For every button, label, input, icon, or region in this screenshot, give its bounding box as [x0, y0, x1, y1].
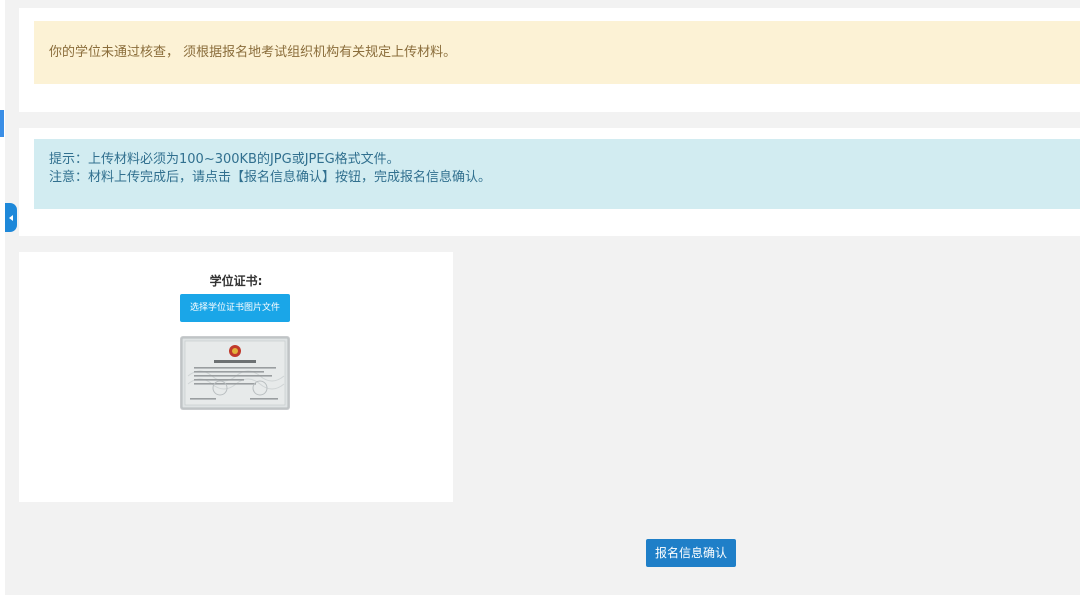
- left-sidebar-edge: [0, 0, 5, 595]
- chevron-left-icon: [9, 214, 13, 221]
- upload-title: 学位证书:: [209, 274, 263, 288]
- degree-certificate-image: [180, 336, 290, 410]
- sidebar-collapse-toggle[interactable]: [5, 203, 17, 232]
- select-certificate-file-button[interactable]: 选择学位证书图片文件: [180, 294, 290, 322]
- upload-materials-page: 你的学位未通过核查， 须根据报名地考试组织机构有关规定上传材料。 提示：上传材料…: [0, 0, 1080, 595]
- confirm-registration-button[interactable]: 报名信息确认: [646, 539, 736, 567]
- certificate-sample-graphic: [180, 336, 290, 410]
- upload-instructions: 提示：上传材料必须为100~300KB的JPG或JPEG格式文件。 注意：材料上…: [34, 139, 1080, 209]
- warning-text: 你的学位未通过核查， 须根据报名地考试组织机构有关规定上传材料。: [49, 45, 457, 60]
- degree-certificate-upload-card: 学位证书: 选择学位证书图片文件: [19, 252, 453, 502]
- note-line: 注意：材料上传完成后，请点击【报名信息确认】按钮，完成报名信息确认。: [49, 170, 492, 185]
- tip-line: 提示：上传材料必须为100~300KB的JPG或JPEG格式文件。: [49, 152, 400, 167]
- degree-check-warning: 你的学位未通过核查， 须根据报名地考试组织机构有关规定上传材料。: [34, 21, 1080, 84]
- active-nav-indicator: [0, 110, 4, 137]
